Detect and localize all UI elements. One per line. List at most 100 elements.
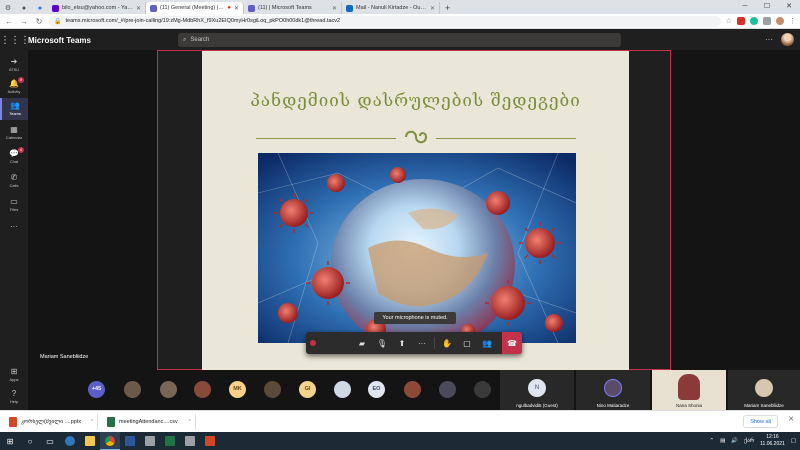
tab-teams[interactable]: (11) | Microsoft Teams ✕ (244, 2, 342, 14)
maximize-button[interactable]: ☐ (756, 0, 778, 14)
tab-yahoo-mail[interactable]: bilo_elsu@yahoo.com - Yahoo M ✕ (48, 2, 146, 14)
search-icon[interactable]: ○ (20, 432, 40, 450)
network-icon[interactable]: ▤ (720, 438, 725, 444)
hang-up-button[interactable]: ☎ (502, 332, 522, 354)
rail-item-calendar[interactable]: ▦ Calendar (0, 122, 28, 144)
participant-avatar[interactable] (334, 381, 351, 398)
app-launcher-icon[interactable]: ⋮⋮⋮ (0, 35, 30, 46)
pinned-tab-facebook[interactable]: ● (32, 2, 48, 14)
outlook-icon (346, 4, 353, 12)
rail-item-chat[interactable]: 💬 4 Chat (0, 146, 28, 168)
lock-icon: 🔒 (54, 18, 62, 25)
excel-icon[interactable] (160, 432, 180, 450)
mic-toggle-button[interactable]: 🎙 (372, 332, 392, 354)
minimize-button[interactable]: ─ (734, 0, 756, 14)
close-icon[interactable]: ✕ (136, 5, 141, 12)
file-explorer-icon[interactable] (80, 432, 100, 450)
chat-button[interactable]: ▢ (457, 332, 477, 354)
rail-item-files[interactable]: ▭ Files (0, 194, 28, 216)
clock[interactable]: 12:16 11.06.2021 (760, 434, 785, 448)
word-icon[interactable] (120, 432, 140, 450)
back-button[interactable]: ← (4, 17, 14, 26)
arrow-icon: ➜ (10, 57, 18, 66)
participant-avatar[interactable] (160, 381, 177, 398)
participant-avatar[interactable] (404, 381, 421, 398)
notification-icon[interactable]: ▢ (791, 438, 796, 444)
chrome-icon[interactable] (100, 432, 120, 450)
edge-icon[interactable] (60, 432, 80, 450)
tab-outlook[interactable]: Mail - Nanuli Kirtadze - Outlook ✕ (342, 2, 440, 14)
extension-icon[interactable] (763, 17, 771, 25)
participant-avatar[interactable] (124, 381, 141, 398)
raise-hand-button[interactable]: ✋ (437, 332, 457, 354)
download-item[interactable]: კორნელ(შვილი ....pptx ⌃ (6, 413, 98, 430)
participant-avatar[interactable] (264, 381, 281, 398)
slide-divider-right (436, 138, 576, 139)
chrome-menu-icon[interactable]: ⋮ (789, 17, 796, 25)
rail-item-atsu[interactable]: ➜ ATSU (0, 54, 28, 76)
reload-button[interactable]: ↻ (34, 17, 44, 26)
extension-pdf-icon[interactable] (737, 17, 745, 25)
profile-avatar[interactable] (776, 17, 784, 25)
close-icon[interactable]: ✕ (234, 5, 239, 12)
participant-name: Nana Shonia (675, 403, 703, 408)
gear-icon: ⚙ (4, 5, 12, 12)
calendar-icon: ▦ (10, 125, 18, 134)
close-window-button[interactable]: ✕ (778, 0, 800, 14)
volume-icon[interactable]: 🔊 (731, 438, 738, 444)
close-downloads-button[interactable]: ✕ (788, 415, 794, 423)
participant-avatar[interactable] (194, 381, 211, 398)
tab-teams-meeting[interactable]: (11) General (Meeting) | Mic ● ✕ (146, 2, 244, 14)
photos-icon[interactable] (180, 432, 200, 450)
rail-item-activity[interactable]: 🔔 9 Activity (0, 76, 28, 98)
presenter-name: Mariam Sanebliidze (40, 354, 89, 360)
address-bar[interactable]: 🔒 teams.microsoft.com/_#/pre-join-callin… (49, 15, 721, 27)
system-tray: ⌃ ▤ 🔊 ქარ 12:16 11.06.2021 ▢ (709, 432, 796, 450)
participant-name: Nino Matiaradze (596, 403, 630, 408)
participant-avatar[interactable]: EO (368, 381, 385, 398)
pinned-tab-github[interactable]: ● (16, 2, 32, 14)
windows-start-icon[interactable]: ⊞ (0, 432, 20, 450)
participant-avatar[interactable] (439, 381, 456, 398)
participant-avatar[interactable]: GI (299, 381, 316, 398)
extension-grammarly-icon[interactable] (750, 17, 758, 25)
participant-tile[interactable]: Mariam Sanebliidze (728, 370, 800, 410)
share-button[interactable]: ⬆ (392, 332, 412, 354)
participant-tile[interactable]: Nino Matiaradze (576, 370, 650, 410)
star-icon[interactable]: ☆ (726, 17, 732, 25)
pinned-tab-settings[interactable]: ⚙ (0, 2, 16, 14)
participant-tile[interactable]: Nana Shonia (652, 370, 726, 410)
powerpoint-icon[interactable] (200, 432, 220, 450)
rail-item-calls[interactable]: ✆ Calls (0, 170, 28, 192)
participants-button[interactable]: 👥 (477, 332, 497, 354)
app-title: Microsoft Teams (28, 35, 91, 45)
rail-item-help[interactable]: ? Help (0, 386, 28, 408)
chevron-up-icon[interactable]: ⌃ (188, 419, 192, 425)
rail-item-apps[interactable]: ⊞ Apps (0, 364, 28, 386)
participant-avatar[interactable] (474, 381, 491, 398)
participant-tile[interactable]: N ngulbadvidi5 (Guest) (500, 370, 574, 410)
more-actions-button[interactable]: ··· (412, 332, 432, 354)
my-avatar[interactable] (781, 33, 794, 46)
language-indicator[interactable]: ქარ (744, 438, 754, 444)
task-view-icon[interactable]: ▭ (40, 432, 60, 450)
chevron-up-icon[interactable]: ⌃ (709, 438, 714, 444)
forward-button[interactable]: → (19, 17, 29, 26)
more-icon[interactable]: ··· (765, 35, 773, 44)
close-icon[interactable]: ✕ (430, 5, 435, 12)
download-item[interactable]: meetingAttendanc....csv ⌃ (104, 413, 196, 430)
slide-title: პანდემიის დასრულების შედეგები (250, 91, 581, 111)
zoom-icon[interactable] (140, 432, 160, 450)
new-tab-button[interactable]: + (440, 2, 455, 14)
rail-item-more[interactable]: ··· (0, 216, 28, 238)
recording-indicator (310, 332, 352, 354)
show-all-downloads-button[interactable]: Show all (743, 415, 778, 428)
browser-toolbar: ← → ↻ 🔒 teams.microsoft.com/_#/pre-join-… (0, 14, 800, 29)
camera-toggle-button[interactable]: ▰ (352, 332, 372, 354)
rail-item-teams[interactable]: 👥 Teams (0, 98, 28, 120)
participant-avatar[interactable]: MK (229, 381, 246, 398)
chevron-up-icon[interactable]: ⌃ (90, 419, 94, 425)
overflow-participants-button[interactable]: +45 (88, 381, 105, 398)
close-icon[interactable]: ✕ (332, 5, 337, 12)
search-input[interactable]: ⌕ Search (178, 33, 621, 47)
